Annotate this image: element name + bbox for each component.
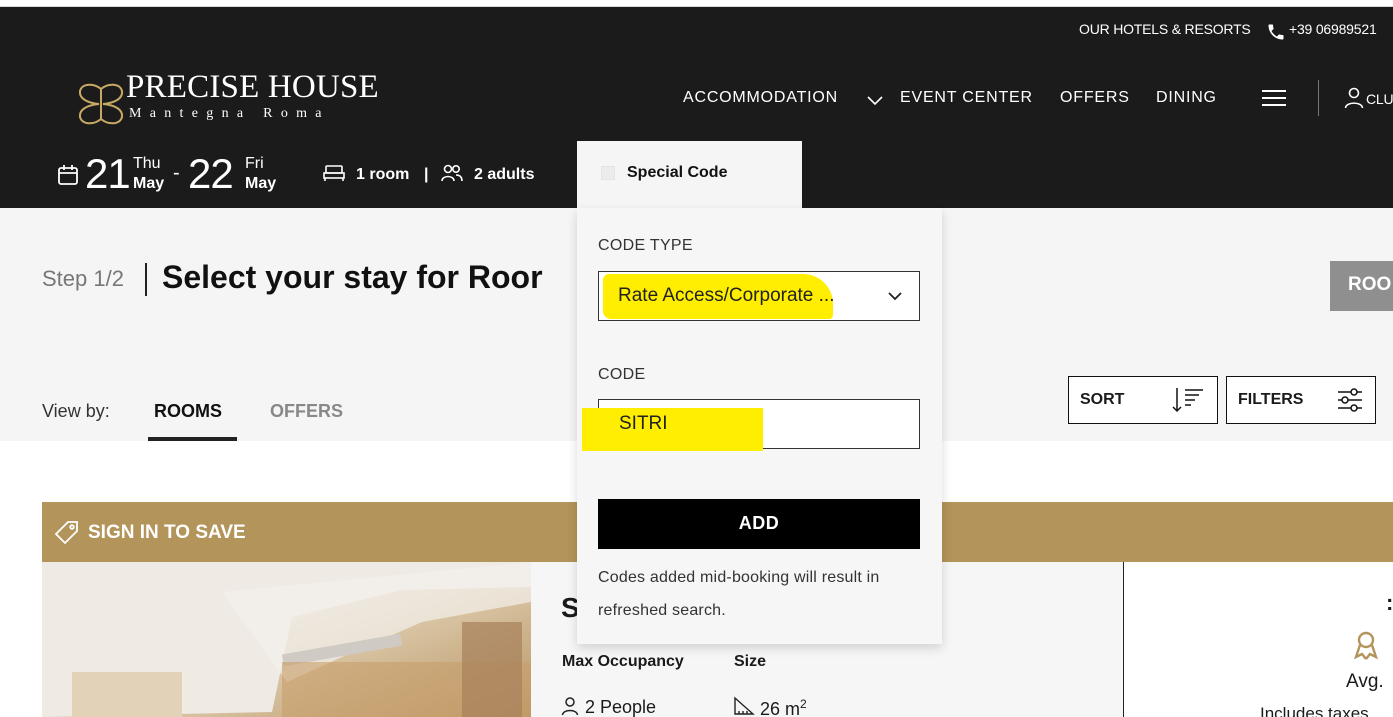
club-link[interactable]: CLU — [1366, 91, 1393, 107]
phone-icon — [1266, 22, 1286, 47]
room-button-label: ROO — [1348, 274, 1392, 295]
checkout-month: May — [245, 175, 277, 192]
sign-in-to-save-label: SIGN IN TO SAVE — [88, 522, 246, 543]
special-code-tab[interactable]: Special Code — [577, 141, 802, 208]
highlight-mark — [582, 408, 763, 451]
sort-icon — [1171, 385, 1205, 420]
logo-title: PRECISE HOUSE — [126, 69, 379, 105]
add-code-button[interactable]: ADD — [598, 499, 920, 549]
filters-label: FILTERS — [1238, 391, 1304, 408]
sort-button[interactable]: SORT — [1068, 376, 1218, 424]
room-card-price: : Avg. Includes taxes — [1123, 562, 1393, 717]
chevron-down-icon[interactable] — [866, 93, 884, 111]
rooms-count[interactable]: 1 room — [356, 166, 409, 184]
step-divider — [145, 263, 147, 296]
special-code-label: Special Code — [627, 164, 728, 181]
calendar-icon[interactable] — [57, 164, 79, 191]
code-type-value: Rate Access/Corporate ... — [618, 285, 835, 306]
max-occupancy-label: Max Occupancy — [562, 653, 684, 670]
tab-rooms[interactable]: ROOMS — [154, 401, 222, 422]
nav-divider — [1318, 80, 1319, 116]
guests-count[interactable]: 2 adults — [474, 166, 534, 184]
browser-top-strip — [0, 0, 1393, 7]
code-type-label: CODE TYPE — [598, 237, 693, 254]
area-icon — [733, 696, 755, 717]
tag-icon — [54, 520, 80, 551]
tab-offers[interactable]: OFFERS — [270, 401, 343, 422]
occupancy-value: 2 People — [585, 697, 657, 717]
award-icon — [1353, 630, 1379, 665]
butterfly-logo-icon — [78, 81, 124, 132]
special-code-popup: CODE TYPE Rate Access/Corporate ... CODE… — [577, 208, 942, 644]
sort-label: SORT — [1080, 391, 1125, 408]
filters-button[interactable]: FILTERS — [1226, 376, 1376, 424]
hotels-resorts-link[interactable]: OUR HOTELS & RESORTS — [1079, 21, 1251, 37]
view-by-label: View by: — [42, 401, 110, 421]
code-value: SITRI — [619, 413, 668, 434]
more-options-marker[interactable]: : — [1386, 590, 1393, 616]
sliders-icon — [1337, 385, 1363, 420]
checkout-weekday: Fri — [245, 155, 264, 172]
add-button-label: ADD — [738, 513, 780, 533]
nav-accommodation[interactable]: ACCOMMODATION — [683, 89, 838, 107]
checkout-day[interactable]: 22 — [188, 150, 234, 198]
size-unit-superscript: 2 — [800, 697, 807, 711]
date-separator: - — [173, 162, 180, 184]
room-button[interactable]: ROO — [1330, 261, 1393, 311]
size-label: Size — [734, 653, 767, 670]
code-type-select[interactable]: Rate Access/Corporate ... — [598, 271, 920, 321]
step-indicator: Step 1/2 — [42, 266, 124, 291]
nav-event-center[interactable]: EVENT CENTER — [900, 89, 1033, 107]
checkin-month: May — [133, 175, 165, 192]
chevron-down-icon — [887, 289, 903, 307]
guests-icon — [441, 164, 463, 187]
booking-pipe: | — [424, 166, 429, 183]
average-label: Avg. — [1346, 671, 1384, 692]
special-code-checkbox[interactable] — [601, 166, 615, 180]
includes-taxes-note: Includes taxes — [1260, 704, 1369, 717]
nav-dining[interactable]: DINING — [1156, 89, 1217, 107]
room-photo[interactable] — [42, 562, 531, 717]
user-icon[interactable] — [1344, 87, 1364, 114]
checkin-weekday: Thu — [133, 155, 161, 172]
mid-booking-note: Codes added mid-booking will result in r… — [598, 569, 880, 619]
phone-number[interactable]: +39 06989521 — [1289, 21, 1377, 37]
logo-subtitle: Mantegna Roma — [129, 106, 330, 121]
person-icon — [561, 696, 579, 717]
code-input[interactable]: SITRI — [582, 399, 920, 451]
code-label: CODE — [598, 366, 646, 383]
hamburger-menu-icon[interactable] — [1262, 89, 1286, 112]
nav-offers[interactable]: OFFERS — [1060, 89, 1130, 107]
bed-icon — [323, 164, 345, 187]
page-title: Select your stay for Roor — [162, 259, 543, 295]
size-number: 26 m — [760, 699, 801, 717]
size-value: 26 m2 — [760, 697, 807, 717]
checkin-day[interactable]: 21 — [85, 150, 131, 198]
